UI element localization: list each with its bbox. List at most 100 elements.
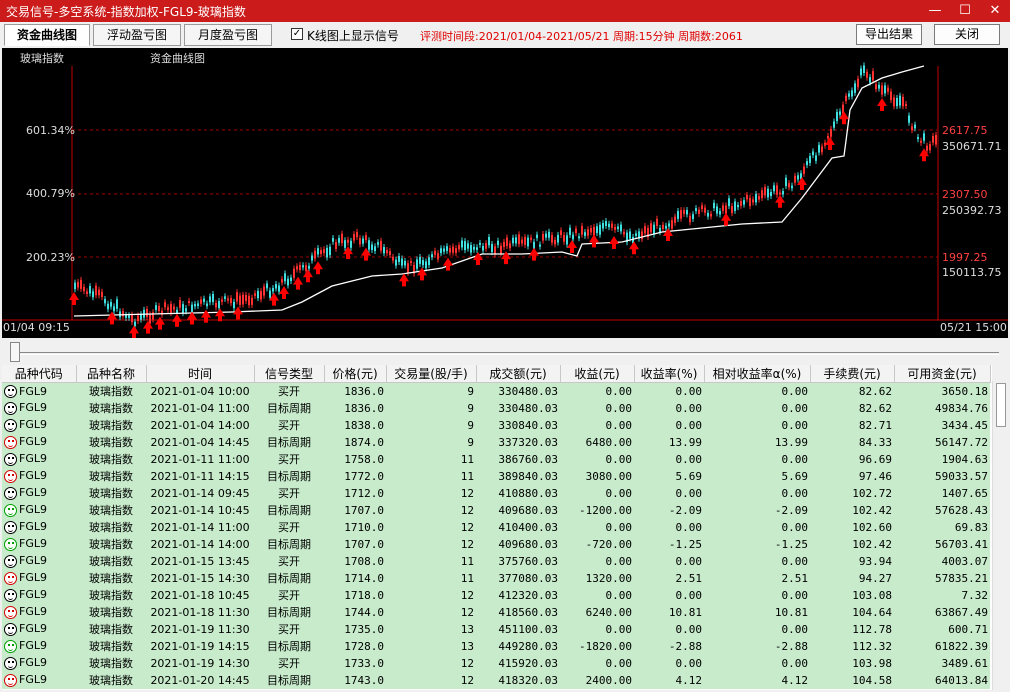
table-row[interactable]: FGL9 玻璃指数 2021-01-19 11:30 买开 1735.0 13 451100… xyxy=(2,620,990,638)
table-row[interactable]: FGL9 玻璃指数 2021-01-18 10:45 买开 1718.0 12 412320… xyxy=(2,586,990,604)
table-row[interactable]: FGL9 玻璃指数 2021-01-14 10:45 目标周期 1707.0 12 4096… xyxy=(2,501,990,519)
table-row[interactable]: FGL9 玻璃指数 2021-01-04 14:45 目标周期 1874.0 9 33732… xyxy=(2,433,990,451)
tab-monthly-pnl[interactable]: 月度盈亏图 xyxy=(184,24,272,46)
minimize-icon[interactable]: — xyxy=(920,0,950,22)
candle-body xyxy=(713,202,715,209)
candle-body xyxy=(542,234,544,241)
column-header[interactable]: 价格(元) xyxy=(324,365,387,383)
cell-rate: 0.00 xyxy=(634,586,704,604)
candle-body xyxy=(857,78,859,88)
close-button[interactable]: 关闭 xyxy=(934,24,1000,45)
cell-price: 1838.0 xyxy=(324,416,386,434)
candle-body xyxy=(878,84,880,89)
column-header[interactable]: 成交额(元) xyxy=(476,365,561,383)
table-row[interactable]: FGL9 玻璃指数 2021-01-04 11:00 目标周期 1836.0 9 33048… xyxy=(2,399,990,417)
cell-rate: 0.00 xyxy=(634,484,704,502)
table-row[interactable]: FGL9 玻璃指数 2021-01-14 11:00 买开 1710.0 12 410400… xyxy=(2,518,990,536)
buy-signal-arrow xyxy=(721,212,731,226)
cell-time: 2021-01-04 10:00 xyxy=(146,382,254,400)
candle-body xyxy=(566,235,568,245)
candle-body xyxy=(509,243,511,249)
candle-body xyxy=(476,247,478,250)
column-header[interactable]: 交易量(股/手) xyxy=(386,365,477,383)
table-row[interactable]: FGL9 玻璃指数 2021-01-15 14:30 目标周期 1714.0 11 3770… xyxy=(2,569,990,587)
cell-alpha: -2.88 xyxy=(704,637,810,655)
buy-signal-arrow xyxy=(172,313,182,327)
table-row[interactable]: FGL9 玻璃指数 2021-01-20 14:45 目标周期 1743.0 12 4183… xyxy=(2,671,990,689)
candle-body xyxy=(602,222,604,229)
candle-body xyxy=(389,251,391,256)
column-header[interactable]: 收益(元) xyxy=(560,365,635,383)
candle-body xyxy=(863,65,865,74)
candle-body xyxy=(836,111,838,121)
candle-body xyxy=(257,290,259,299)
cell-time: 2021-01-14 14:00 xyxy=(146,535,254,553)
tab-equity-curve[interactable]: 资金曲线图 xyxy=(4,24,90,46)
candle-body xyxy=(308,265,310,269)
candle-body xyxy=(449,248,451,253)
scrollbar-thumb[interactable] xyxy=(996,383,1006,427)
cell-price: 1712.0 xyxy=(324,484,386,502)
candle-body xyxy=(899,95,901,106)
column-header[interactable]: 收益率(%) xyxy=(634,365,705,383)
column-header[interactable]: 手续费(元) xyxy=(810,365,895,383)
cell-time: 2021-01-11 14:15 xyxy=(146,467,254,485)
close-window-icon[interactable]: ✕ xyxy=(980,0,1010,22)
chart-canvas xyxy=(2,62,1008,338)
export-button[interactable]: 导出结果 xyxy=(856,24,922,45)
table-row[interactable]: FGL9 玻璃指数 2021-01-15 13:45 买开 1708.0 11 375760… xyxy=(2,552,990,570)
cell-name: 玻璃指数 xyxy=(76,416,146,434)
slider-thumb[interactable] xyxy=(10,342,20,362)
candle-body xyxy=(935,134,937,145)
table-row[interactable]: FGL9 玻璃指数 2021-01-14 09:45 买开 1712.0 12 410880… xyxy=(2,484,990,502)
column-header[interactable]: 信号类型 xyxy=(254,365,325,383)
candle-body xyxy=(593,226,595,236)
candle-body xyxy=(107,303,109,310)
time-slider[interactable] xyxy=(2,340,1008,364)
candle-body xyxy=(398,256,400,262)
table-scrollbar[interactable] xyxy=(992,381,1008,690)
cell-alpha: 0.00 xyxy=(704,620,810,638)
cell-type: 目标周期 xyxy=(254,535,324,553)
candle-body xyxy=(452,246,454,253)
cell-code: FGL9 xyxy=(2,603,76,621)
table-row[interactable]: FGL9 玻璃指数 2021-01-04 10:00 买开 1836.0 9 330480.… xyxy=(2,382,990,400)
equity-chart[interactable]: 玻璃指数 资金曲线图 601.34% 400.79% 200.23% 2617.… xyxy=(2,48,1008,338)
candle-body xyxy=(242,294,244,305)
table-row[interactable]: FGL9 玻璃指数 2021-01-18 11:30 目标周期 1744.0 12 4185… xyxy=(2,603,990,621)
candle-body xyxy=(248,295,250,306)
candle-body xyxy=(803,166,805,174)
cell-price: 1728.0 xyxy=(324,637,386,655)
column-header[interactable]: 时间 xyxy=(146,365,255,383)
candle-body xyxy=(104,299,106,304)
smiley-icon xyxy=(4,435,17,449)
maximize-icon[interactable]: ☐ xyxy=(950,0,980,22)
cell-rate: -1.25 xyxy=(634,535,704,553)
candle-body xyxy=(689,215,691,223)
column-header[interactable]: 可用资金(元) xyxy=(894,365,991,383)
table-row[interactable]: FGL9 玻璃指数 2021-01-04 14:00 买开 1838.0 9 330840.… xyxy=(2,416,990,434)
cell-cash: 3650.18 xyxy=(894,382,990,400)
table-row[interactable]: FGL9 玻璃指数 2021-01-19 14:30 买开 1733.0 12 415920… xyxy=(2,654,990,672)
candle-body xyxy=(404,260,406,266)
show-signals-label[interactable]: K线图上显示信号 xyxy=(307,27,399,44)
candle-body xyxy=(848,93,850,97)
table-row[interactable]: FGL9 玻璃指数 2021-01-11 14:15 目标周期 1772.0 11 3898… xyxy=(2,467,990,485)
column-header[interactable]: 品种代码 xyxy=(2,365,77,383)
candle-body xyxy=(665,225,667,229)
show-signals-checkbox[interactable]: ✓ xyxy=(291,28,303,40)
table-row[interactable]: FGL9 玻璃指数 2021-01-14 14:00 目标周期 1707.0 12 4096… xyxy=(2,535,990,553)
tab-floating-pnl[interactable]: 浮动盈亏图 xyxy=(93,24,181,46)
column-header[interactable]: 相对收益率α(%) xyxy=(704,365,811,383)
cell-price: 1714.0 xyxy=(324,569,386,587)
column-header[interactable]: 品种名称 xyxy=(76,365,147,383)
slider-track xyxy=(14,352,999,355)
candle-body xyxy=(485,243,487,249)
cell-name: 玻璃指数 xyxy=(76,467,146,485)
cell-rate: 0.00 xyxy=(634,450,704,468)
candle-body xyxy=(467,243,469,249)
table-row[interactable]: FGL9 玻璃指数 2021-01-11 11:00 买开 1758.0 11 386760… xyxy=(2,450,990,468)
buy-signal-arrow xyxy=(129,325,139,338)
table-row[interactable]: FGL9 玻璃指数 2021-01-19 14:15 目标周期 1728.0 13 4492… xyxy=(2,637,990,655)
cell-amount: 412320.03 xyxy=(476,586,560,604)
